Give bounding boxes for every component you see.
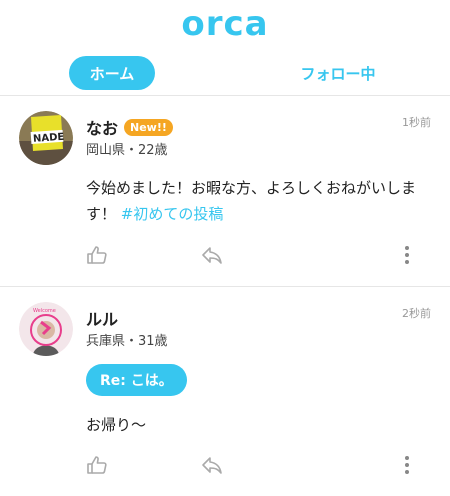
author-meta: 岡山県・22歳 (86, 143, 168, 158)
author-name[interactable]: なお (86, 115, 118, 139)
post-body: お帰り〜 (86, 416, 147, 434)
like-button[interactable] (82, 450, 112, 480)
author-row: なお New!! (86, 115, 173, 139)
svg-text:NADE: NADE (33, 132, 65, 145)
tab-following[interactable]: フォロー中 (292, 56, 384, 90)
avatar[interactable]: NADE (19, 111, 73, 165)
reply-button[interactable] (197, 450, 227, 480)
avatar[interactable]: Welcome (19, 302, 73, 356)
post-body: 今始めました！お暇な方、よろしくおねがいします！ #初めての投稿 (86, 175, 431, 227)
reply-arrow-icon (202, 457, 222, 474)
reply-arrow-icon (202, 247, 222, 264)
post-card[interactable]: Welcome ルル 兵庫県・31歳 2秒前 Re: こは。 お帰り〜 (0, 288, 450, 496)
author-row: ルル (86, 306, 118, 330)
tab-bar: ホーム フォロー中 (0, 52, 450, 96)
thumbs-up-icon (87, 456, 107, 474)
more-button[interactable] (392, 240, 422, 270)
thumbs-up-icon (87, 246, 107, 264)
hashtag-link[interactable]: #初めての投稿 (121, 205, 224, 223)
tab-home[interactable]: ホーム (69, 56, 155, 90)
more-vertical-icon (405, 246, 409, 264)
post-card[interactable]: NADE なお New!! 岡山県・22歳 1秒前 今始めました！お暇な方、よろ… (0, 97, 450, 287)
post-actions (0, 450, 450, 480)
reply-button[interactable] (197, 240, 227, 270)
new-badge: New!! (124, 118, 173, 136)
post-time: 2秒前 (402, 307, 431, 320)
app-logo: orca (0, 0, 450, 48)
svg-text:Welcome: Welcome (33, 308, 56, 314)
author-name[interactable]: ルル (86, 306, 118, 330)
logo-text: orca (181, 4, 269, 44)
author-meta: 兵庫県・31歳 (86, 334, 168, 349)
more-button[interactable] (392, 450, 422, 480)
post-time: 1秒前 (402, 116, 431, 129)
like-button[interactable] (82, 240, 112, 270)
more-vertical-icon (405, 456, 409, 474)
reply-reference-pill[interactable]: Re: こは。 (86, 364, 187, 396)
post-actions (0, 240, 450, 270)
